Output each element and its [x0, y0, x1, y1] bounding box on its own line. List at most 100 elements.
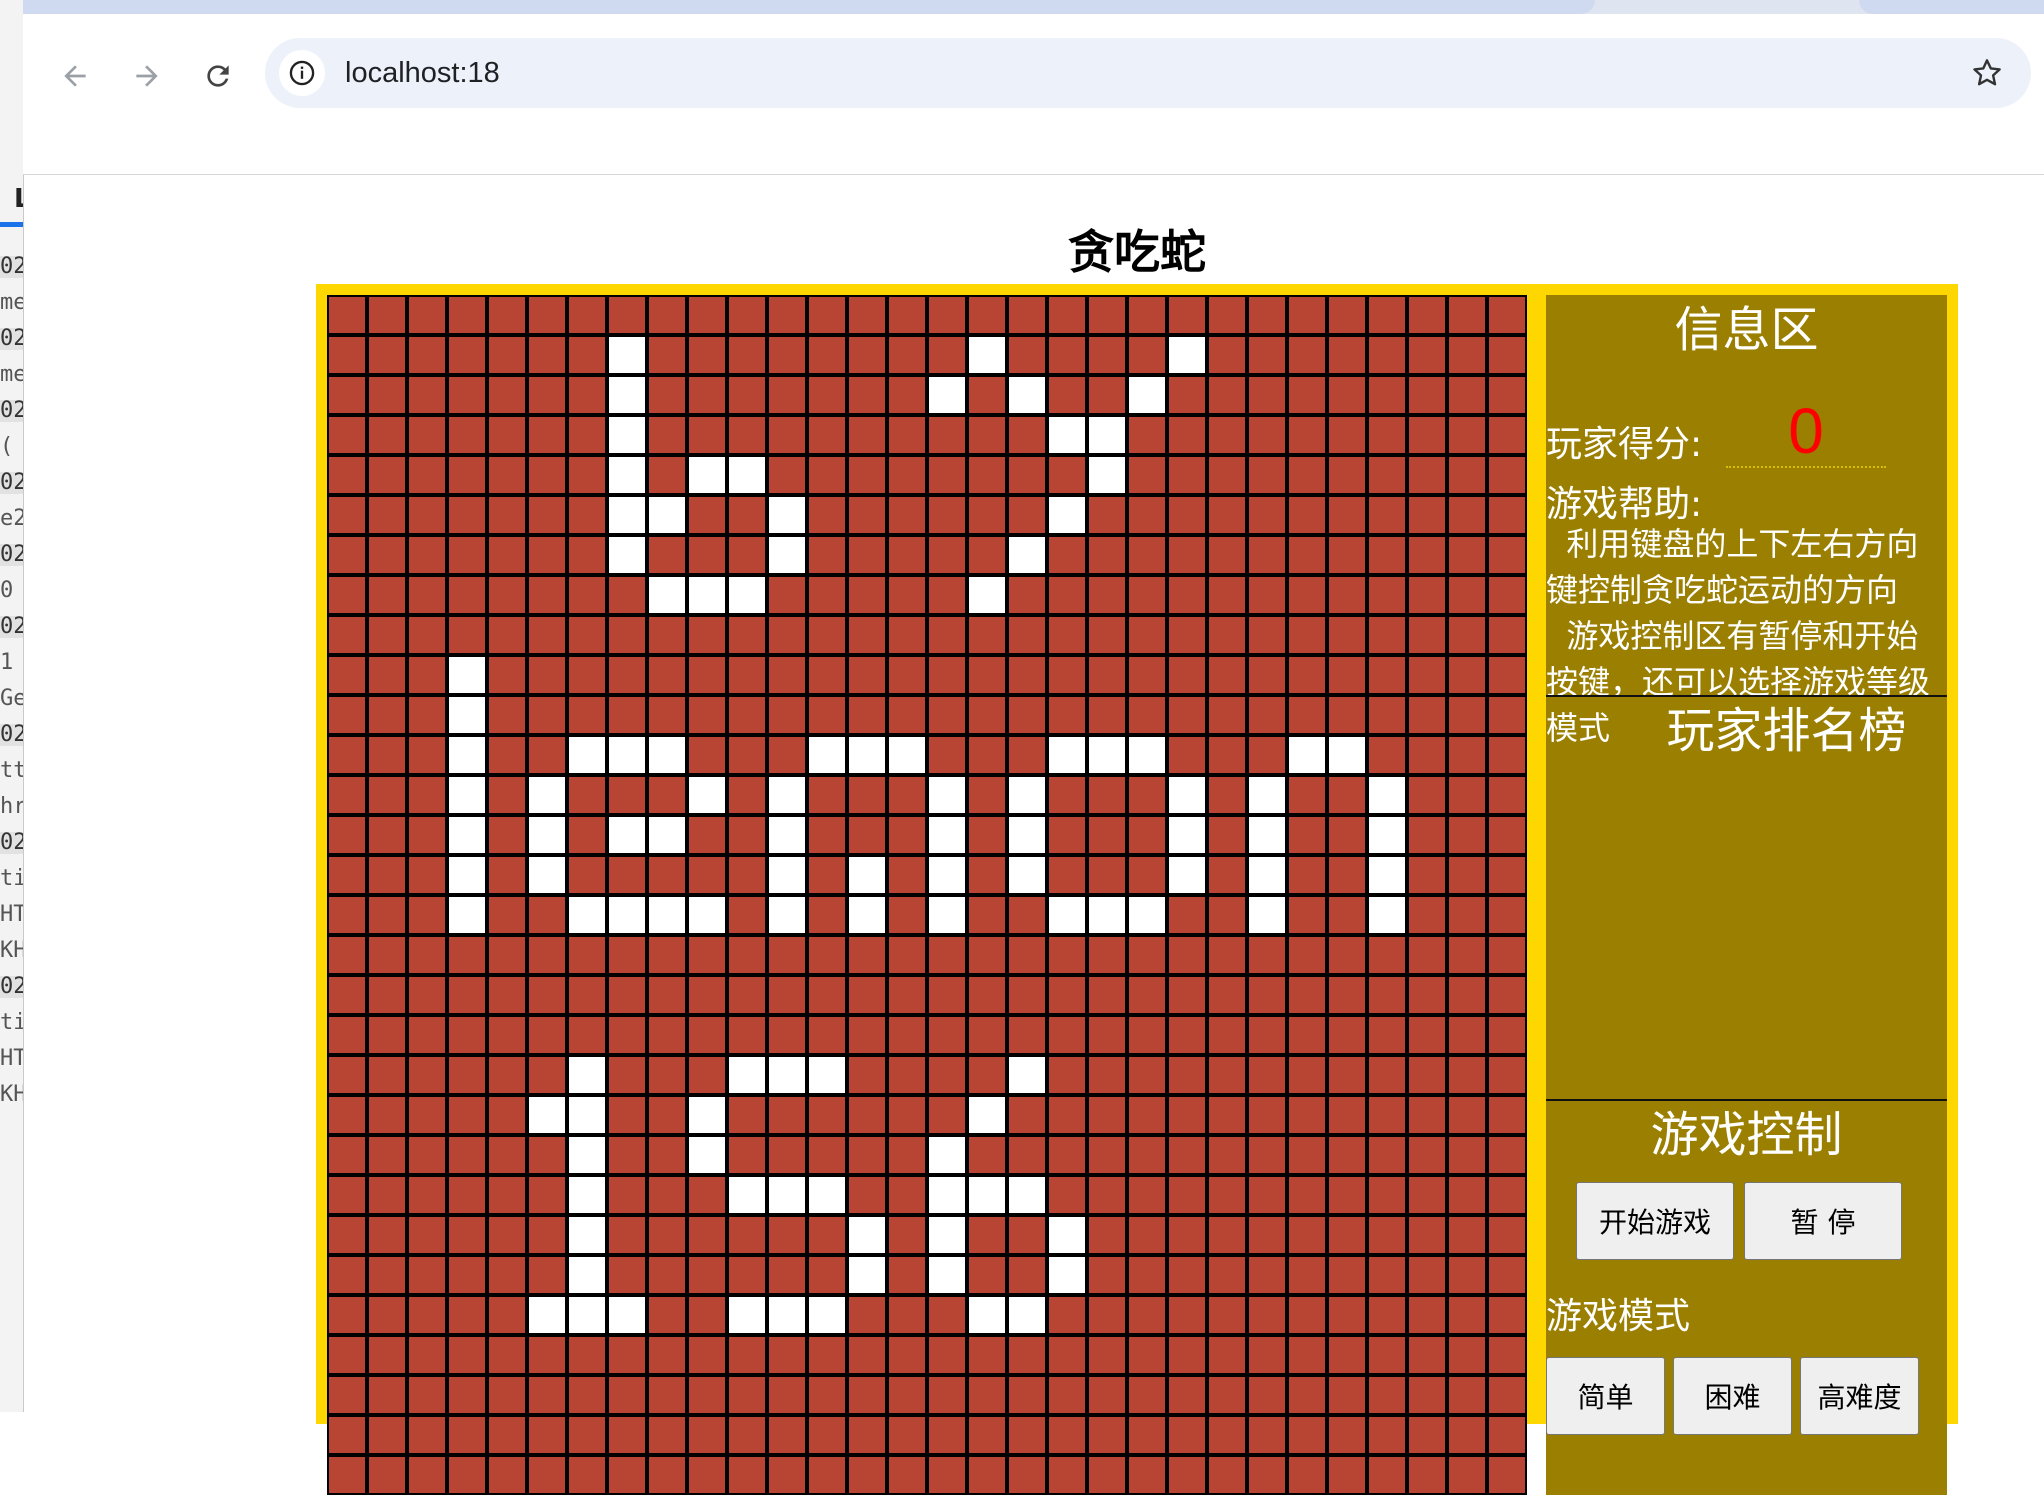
board-cell: [449, 977, 485, 1013]
board-cell: [809, 417, 845, 453]
board-cell: [809, 617, 845, 653]
snake-cell: [569, 1217, 605, 1253]
board-cell: [529, 1417, 565, 1453]
board-cell: [409, 697, 445, 733]
board-cell: [1489, 857, 1525, 893]
board-cell: [849, 1417, 885, 1453]
mode-hard-button[interactable]: 困难: [1673, 1357, 1792, 1435]
board-cell: [1449, 457, 1485, 493]
snake-cell: [1009, 537, 1045, 573]
snake-cell: [1289, 737, 1325, 773]
board-cell: [1369, 417, 1405, 453]
board-cell: [1129, 657, 1165, 693]
board-cell: [1249, 1097, 1285, 1133]
board-cell: [809, 777, 845, 813]
board-cell: [489, 1457, 525, 1493]
board-cell: [529, 617, 565, 653]
board-cell: [569, 617, 605, 653]
board-cell: [889, 297, 925, 333]
board-cell: [1169, 697, 1205, 733]
board-cell: [1449, 337, 1485, 373]
forward-button[interactable]: [123, 52, 171, 100]
board-cell: [1369, 1217, 1405, 1253]
snake-cell: [929, 817, 965, 853]
board-cell: [969, 1377, 1005, 1413]
board-cell: [889, 1417, 925, 1453]
board-cell: [1489, 1457, 1525, 1493]
board-cell: [649, 337, 685, 373]
board-cell: [849, 1177, 885, 1213]
board-cell: [329, 1097, 365, 1133]
board-cell: [1369, 937, 1405, 973]
board-cell: [889, 1057, 925, 1093]
mode-easy-button[interactable]: 简单: [1546, 1357, 1665, 1435]
snake-cell: [769, 497, 805, 533]
board-cell: [1049, 617, 1085, 653]
board-cell: [1249, 1177, 1285, 1213]
board-cell: [769, 1377, 805, 1413]
board-cell: [529, 737, 565, 773]
board-cell: [889, 857, 925, 893]
board-cell: [1169, 1017, 1205, 1053]
board-cell: [729, 1097, 765, 1133]
board-cell: [1369, 1177, 1405, 1213]
snake-cell: [449, 777, 485, 813]
board-cell: [609, 1417, 645, 1453]
board-cell: [569, 537, 605, 573]
board-cell: [569, 697, 605, 733]
board-cell: [849, 777, 885, 813]
board-cell: [689, 1217, 725, 1253]
reload-button[interactable]: [194, 52, 242, 100]
board-cell: [1009, 417, 1045, 453]
board-cell: [1209, 617, 1245, 653]
board-cell: [889, 1457, 925, 1493]
board-cell: [1169, 297, 1205, 333]
pause-button[interactable]: 暂 停: [1744, 1182, 1902, 1260]
board-cell: [1129, 937, 1165, 973]
board-cell: [569, 497, 605, 533]
board-cell: [649, 617, 685, 653]
board-cell: [1409, 937, 1445, 973]
start-game-button[interactable]: 开始游戏: [1576, 1182, 1734, 1260]
mode-expert-button[interactable]: 高难度: [1800, 1357, 1919, 1435]
snake-cell: [609, 497, 645, 533]
board-cell: [369, 297, 405, 333]
site-info-button[interactable]: [279, 50, 325, 96]
back-button[interactable]: [51, 52, 99, 100]
board-cell: [489, 1137, 525, 1173]
board-cell: [1089, 1297, 1125, 1333]
board-cell: [1489, 1417, 1525, 1453]
board-cell: [849, 1137, 885, 1173]
board-cell: [569, 977, 605, 1013]
board-cell: [729, 497, 765, 533]
board-cell: [449, 417, 485, 453]
address-bar[interactable]: localhost:18: [265, 38, 2031, 108]
board-cell: [409, 1377, 445, 1413]
board-cell: [809, 1217, 845, 1253]
snake-cell: [729, 577, 765, 613]
snake-cell: [729, 1057, 765, 1093]
board-cell: [1129, 1177, 1165, 1213]
url-text[interactable]: localhost:18: [345, 38, 500, 108]
board-cell: [1209, 1137, 1245, 1173]
board-cell: [369, 337, 405, 373]
board-cell: [1409, 577, 1445, 613]
board-cell: [529, 577, 565, 613]
board-cell: [369, 977, 405, 1013]
board-cell: [449, 1057, 485, 1093]
active-tab[interactable]: [23, 0, 1595, 14]
board-cell: [729, 1377, 765, 1413]
board-cell: [849, 697, 885, 733]
board-cell: [329, 977, 365, 1013]
snake-cell: [729, 1297, 765, 1333]
inactive-tab[interactable]: [1859, 0, 2044, 14]
board-cell: [1289, 817, 1325, 853]
board-cell: [1009, 337, 1045, 373]
board-cell: [1289, 617, 1325, 653]
board-cell: [1049, 697, 1085, 733]
board-cell: [609, 617, 645, 653]
board-cell: [1169, 457, 1205, 493]
board-cell: [769, 297, 805, 333]
board-cell: [1089, 1417, 1125, 1453]
bookmark-button[interactable]: [1963, 49, 2011, 97]
